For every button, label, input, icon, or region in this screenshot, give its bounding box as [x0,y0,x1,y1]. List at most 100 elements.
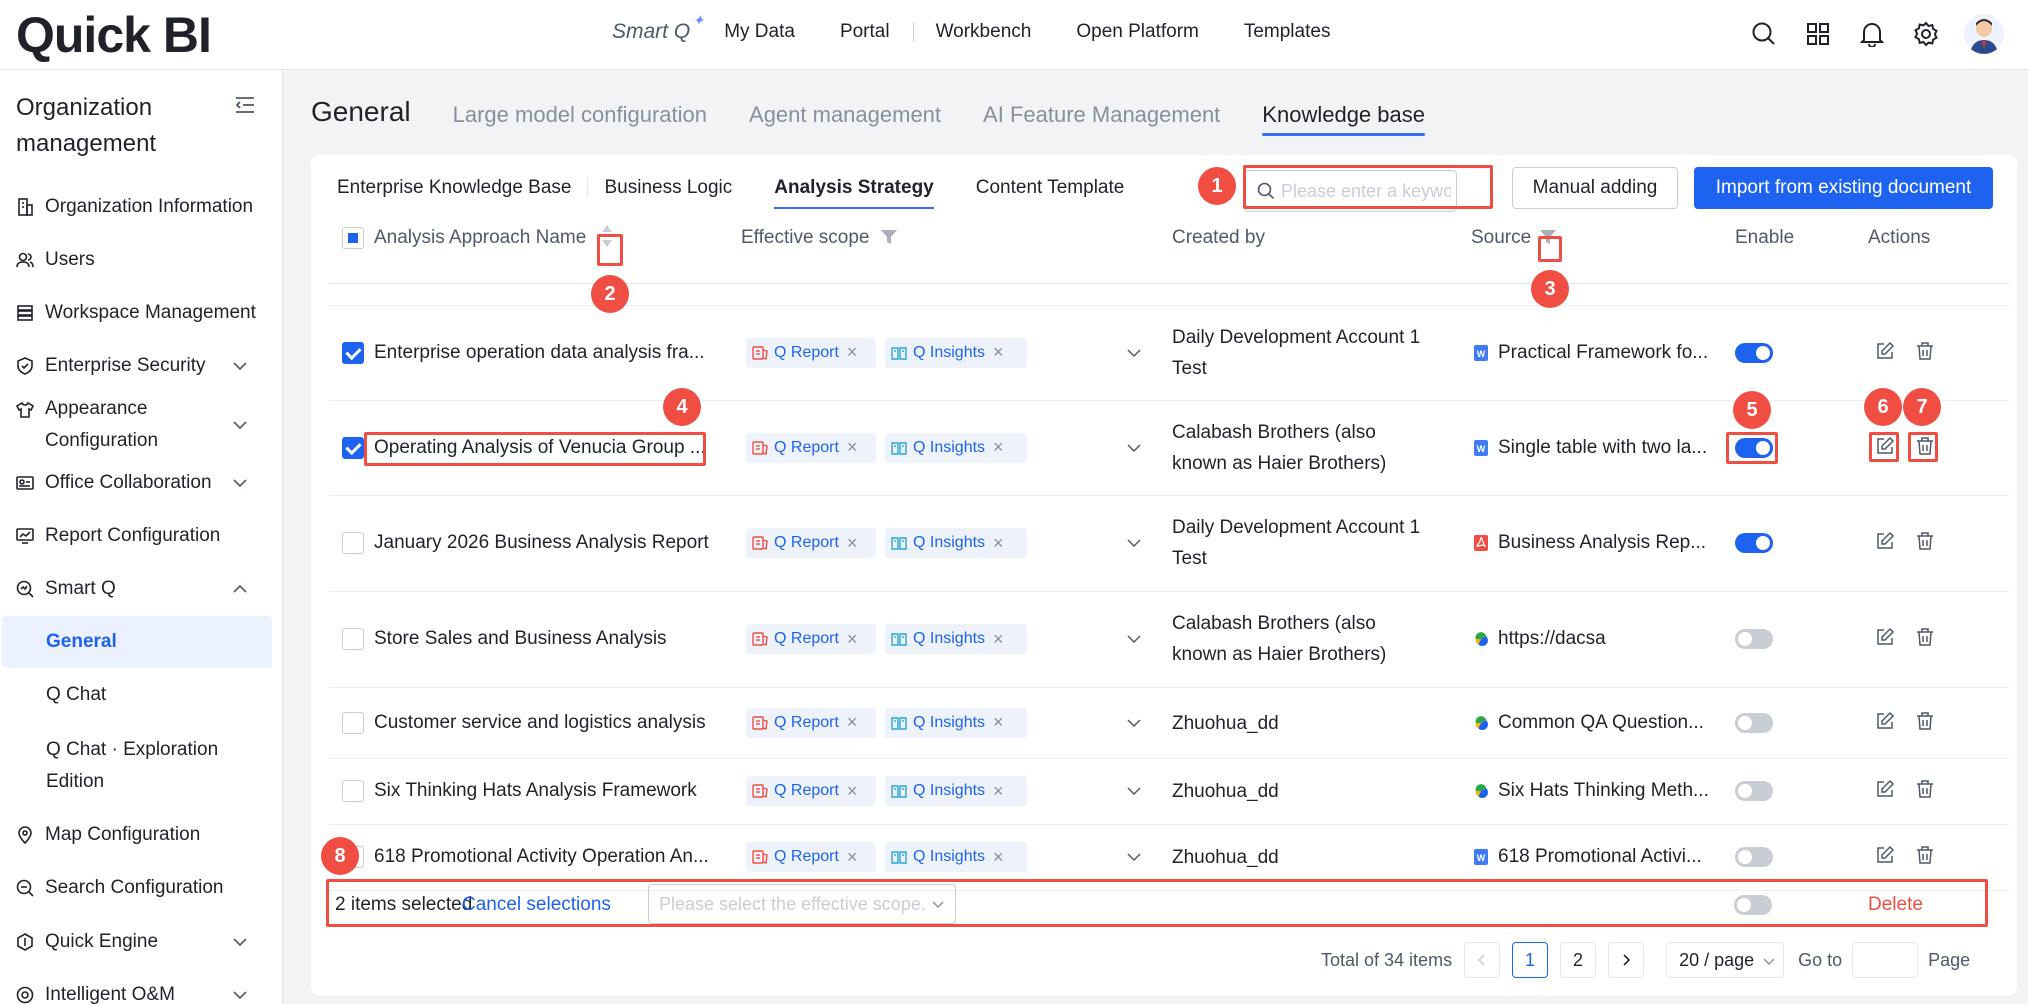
edit-icon[interactable] [1875,711,1895,731]
chevron-down-icon[interactable] [1126,345,1142,361]
chevron-down-icon[interactable] [1126,440,1142,456]
remove-tag-icon[interactable]: × [847,847,858,868]
cancel-selections-link[interactable]: Cancel selections [462,894,611,916]
search-input[interactable] [1281,180,1451,202]
edit-icon[interactable] [1875,341,1895,361]
nav-open-platform[interactable]: Open Platform [1076,21,1199,43]
row-checkbox[interactable] [342,628,364,650]
trash-icon[interactable] [1915,341,1935,361]
nav-portal[interactable]: Portal [840,21,890,43]
sidebar-item-report-configuration[interactable]: Report Configuration [0,520,283,552]
collapse-sidebar-icon[interactable] [234,94,256,116]
bulk-delete-button[interactable]: Delete [1868,894,1923,916]
edit-icon[interactable] [1875,531,1895,551]
filter-icon[interactable] [881,229,897,251]
sidebar-item-general[interactable]: General [2,616,272,668]
sidebar-item-q-chat[interactable]: Q Chat [0,679,283,711]
sidebar-item-quick-engine[interactable]: Quick Engine [0,926,283,958]
sidebar-item-office-collaboration[interactable]: Office Collaboration [0,467,283,499]
row-name[interactable]: 618 Promotional Activity Operation An... [374,846,709,868]
remove-tag-icon[interactable]: × [993,437,1004,458]
enable-toggle[interactable] [1735,781,1773,801]
sidebar-item-organization-information[interactable]: Organization Information [0,191,283,223]
row-source[interactable]: https://dacsa [1473,628,1606,650]
edit-icon[interactable] [1875,627,1895,647]
remove-tag-icon[interactable]: × [993,629,1004,650]
row-checkbox[interactable] [342,341,364,364]
enable-toggle[interactable] [1735,437,1773,458]
sidebar-item-map-configuration[interactable]: Map Configuration [0,819,283,851]
remove-tag-icon[interactable]: × [993,342,1004,363]
import-from-document-button[interactable]: Import from existing document [1694,167,1993,209]
sidebar-item-intelligent-om[interactable]: Intelligent O&M [0,979,283,1004]
enable-toggle[interactable] [1735,712,1773,733]
tab-ai-feature-management[interactable]: AI Feature Management [983,102,1220,136]
tab-general[interactable]: General [311,96,411,136]
tab-agent-management[interactable]: Agent management [749,102,941,136]
enable-toggle[interactable] [1735,847,1773,867]
row-checkbox[interactable] [342,711,364,734]
tab-knowledge-base[interactable]: Knowledge base [1262,102,1425,136]
row-checkbox[interactable] [342,532,364,554]
avatar[interactable] [1964,14,2004,54]
trash-icon[interactable] [1915,627,1935,647]
subtab-analysis-strategy[interactable]: Analysis Strategy [774,175,935,209]
manual-adding-button[interactable]: Manual adding [1512,167,1678,209]
remove-tag-icon[interactable]: × [847,781,858,802]
remove-tag-icon[interactable]: × [847,712,858,733]
gear-icon[interactable] [1910,18,1942,50]
row-source[interactable]: W Practical Framework fo... [1473,342,1708,364]
trash-icon[interactable] [1915,436,1935,456]
remove-tag-icon[interactable]: × [993,847,1004,868]
select-all-checkbox[interactable] [342,227,364,249]
sidebar-item-workspace-management[interactable]: Workspace Management [0,297,283,329]
remove-tag-icon[interactable]: × [993,712,1004,733]
remove-tag-icon[interactable]: × [847,342,858,363]
page-button-1[interactable]: 1 [1512,942,1549,978]
sort-icon[interactable] [600,223,614,255]
chevron-down-icon[interactable] [1126,849,1142,865]
row-source[interactable]: W Single table with two la... [1473,437,1707,459]
enable-toggle[interactable] [1735,533,1773,553]
chevron-down-icon[interactable] [1126,631,1142,647]
row-name[interactable]: Customer service and logistics analysis [374,712,706,734]
filter-icon[interactable] [1540,229,1556,251]
trash-icon[interactable] [1915,779,1935,799]
quickbi-logo[interactable]: Quick BI [16,6,212,64]
page-size-select[interactable]: 20 / page [1666,942,1785,978]
sidebar-item-users[interactable]: Users [0,244,283,276]
chevron-down-icon[interactable] [1126,535,1142,551]
remove-tag-icon[interactable]: × [847,629,858,650]
chevron-down-icon[interactable] [1126,715,1142,731]
row-source[interactable]: Six Hats Thinking Meth... [1473,780,1709,802]
trash-icon[interactable] [1915,711,1935,731]
row-name[interactable]: Store Sales and Business Analysis [374,628,667,650]
effective-scope-select[interactable]: Please select the effective scope. [648,884,956,924]
row-name[interactable]: Enterprise operation data analysis fra..… [374,342,705,364]
bell-icon[interactable] [1856,18,1888,50]
tab-large-model-configuration[interactable]: Large model configuration [453,102,707,136]
row-source[interactable]: W 618 Promotional Activi... [1473,846,1702,868]
sidebar-item-search-configuration[interactable]: Search Configuration [0,872,283,904]
remove-tag-icon[interactable]: × [993,533,1004,554]
prev-page-button[interactable] [1464,942,1501,978]
subtab-enterprise-knowledge-base[interactable]: Enterprise Knowledge Base [337,175,571,209]
row-source[interactable]: Business Analysis Rep... [1473,532,1706,554]
sidebar-item-appearance-configuration[interactable]: Appearance Configuration [0,393,283,457]
row-source[interactable]: Common QA Question... [1473,712,1704,734]
remove-tag-icon[interactable]: × [847,437,858,458]
row-name[interactable]: Six Thinking Hats Analysis Framework [374,780,697,802]
page-button-2[interactable]: 2 [1560,942,1597,978]
sidebar-item-enterprise-security[interactable]: Enterprise Security [0,350,283,382]
remove-tag-icon[interactable]: × [993,781,1004,802]
row-name[interactable]: Operating Analysis of Venucia Group ... [374,437,706,459]
nav-templates[interactable]: Templates [1244,21,1331,43]
subtab-business-logic[interactable]: Business Logic [604,175,732,209]
chevron-down-icon[interactable] [1126,783,1142,799]
goto-page-input[interactable] [1852,942,1919,978]
nav-my-data[interactable]: My Data [724,21,795,43]
nav-workbench[interactable]: Workbench [936,21,1032,43]
edit-icon[interactable] [1875,436,1895,456]
trash-icon[interactable] [1915,531,1935,551]
edit-icon[interactable] [1875,779,1895,799]
